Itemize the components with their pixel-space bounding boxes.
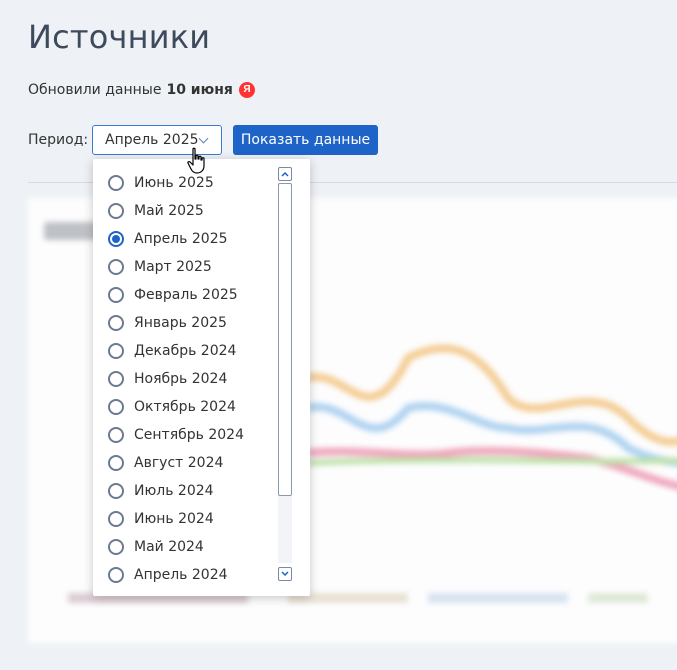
radio-icon[interactable] <box>108 343 124 359</box>
chevron-down-icon <box>281 571 289 577</box>
period-select-value: Апрель 2025 <box>105 132 199 148</box>
chevron-up-icon <box>281 171 289 177</box>
radio-icon[interactable] <box>108 511 124 527</box>
radio-icon[interactable] <box>108 483 124 499</box>
period-option-label: Июнь 2025 <box>134 175 214 191</box>
period-option[interactable]: Август 2024 <box>93 449 278 477</box>
period-option[interactable]: Ноябрь 2024 <box>93 365 278 393</box>
period-option-label: Ноябрь 2024 <box>134 371 228 387</box>
show-data-button[interactable]: Показать данные <box>233 125 378 155</box>
radio-icon[interactable] <box>108 399 124 415</box>
radio-icon[interactable] <box>108 567 124 583</box>
period-option[interactable]: Декабрь 2024 <box>93 337 278 365</box>
update-prefix: Обновили данные <box>28 82 162 98</box>
period-option[interactable]: Май 2024 <box>93 533 278 561</box>
period-option-label: Январь 2025 <box>134 315 227 331</box>
radio-icon[interactable] <box>108 175 124 191</box>
dropdown-scrollbar[interactable] <box>278 167 294 581</box>
hand-cursor-icon <box>187 147 205 174</box>
period-option-label: Май 2024 <box>134 539 204 555</box>
period-options-list: Июнь 2025 Май 2025 Апрель 2025 Март 2025 Фев… <box>93 169 278 589</box>
period-option-label: Февраль 2025 <box>134 287 238 303</box>
period-option-label: Октябрь 2024 <box>134 399 236 415</box>
period-option[interactable]: Октябрь 2024 <box>93 393 278 421</box>
radio-checked-icon[interactable] <box>108 231 124 247</box>
period-option-label: Июнь 2024 <box>134 511 214 527</box>
period-option-label: Апрель 2024 <box>134 567 228 583</box>
period-option-label: Декабрь 2024 <box>134 343 237 359</box>
update-info: Обновили данные 10 июня Я <box>28 82 255 98</box>
radio-icon[interactable] <box>108 455 124 471</box>
period-option-label: Апрель 2025 <box>134 231 228 247</box>
update-date: 10 июня <box>166 82 233 98</box>
scroll-track[interactable] <box>278 183 292 563</box>
radio-icon[interactable] <box>108 315 124 331</box>
radio-icon[interactable] <box>108 259 124 275</box>
radio-icon[interactable] <box>108 287 124 303</box>
radio-icon[interactable] <box>108 203 124 219</box>
period-option-label: Июль 2024 <box>134 483 214 499</box>
period-option-label: Май 2025 <box>134 203 204 219</box>
period-option[interactable]: Март 2025 <box>93 253 278 281</box>
period-dropdown: Июнь 2025 Май 2025 Апрель 2025 Март 2025 Фев… <box>93 159 310 596</box>
radio-icon[interactable] <box>108 539 124 555</box>
scroll-down-button[interactable] <box>278 567 292 581</box>
scroll-up-button[interactable] <box>278 167 292 181</box>
chevron-down-icon <box>198 133 209 144</box>
period-option[interactable]: Май 2025 <box>93 197 278 225</box>
period-option[interactable]: Апрель 2025 <box>93 225 278 253</box>
period-option-label: Сентябрь 2024 <box>134 427 244 443</box>
radio-icon[interactable] <box>108 427 124 443</box>
period-option[interactable]: Июль 2024 <box>93 477 278 505</box>
scroll-thumb[interactable] <box>278 183 292 496</box>
period-label: Период: <box>28 132 89 148</box>
period-option[interactable]: Январь 2025 <box>93 309 278 337</box>
period-option-label: Август 2024 <box>134 455 224 471</box>
period-option-label: Март 2025 <box>134 259 212 275</box>
yandex-icon: Я <box>238 82 255 98</box>
period-option[interactable]: Сентябрь 2024 <box>93 421 278 449</box>
period-option[interactable]: Февраль 2025 <box>93 281 278 309</box>
period-option[interactable]: Апрель 2024 <box>93 561 278 589</box>
period-option[interactable]: Июнь 2024 <box>93 505 278 533</box>
radio-icon[interactable] <box>108 371 124 387</box>
page-title: Источники <box>28 18 211 56</box>
